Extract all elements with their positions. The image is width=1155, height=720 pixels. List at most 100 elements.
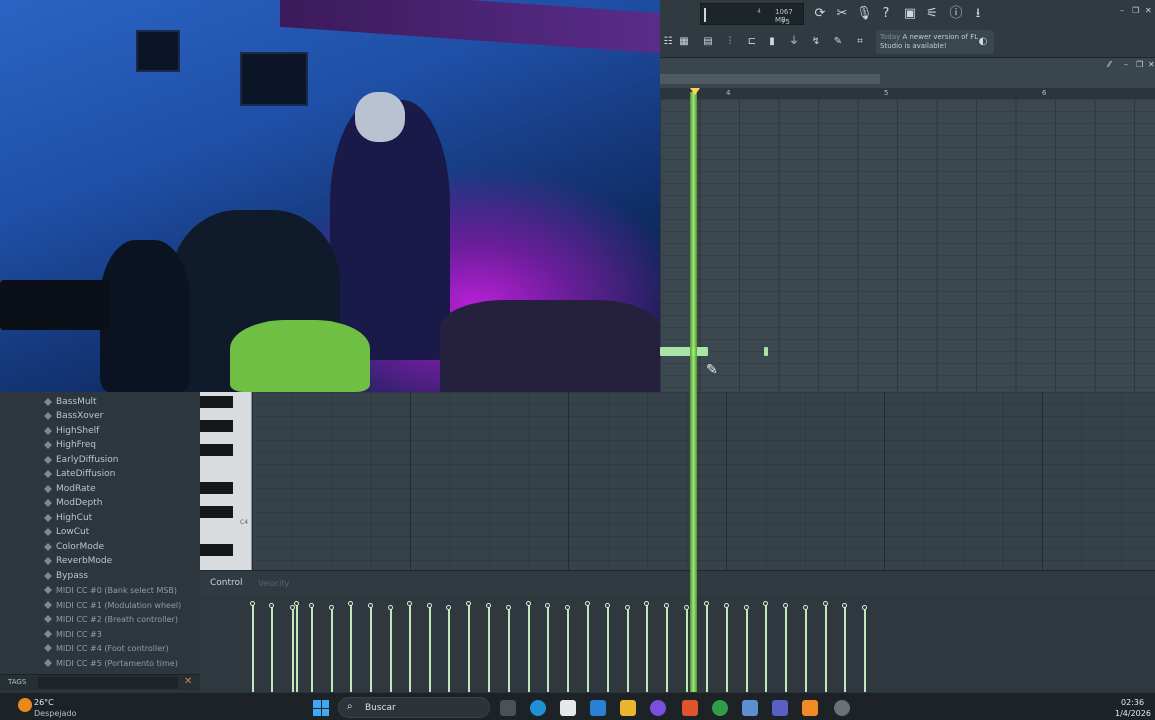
velocity-stem[interactable]: [331, 608, 333, 692]
velocity-handle[interactable]: [269, 603, 274, 608]
velocity-handle[interactable]: [407, 601, 412, 606]
restore-icon[interactable]: ❐: [1132, 6, 1139, 15]
black-key[interactable]: [200, 420, 233, 432]
black-key[interactable]: [200, 506, 233, 518]
magnet-icon[interactable]: ↯: [808, 34, 824, 50]
mic-icon[interactable]: 🎙: [856, 6, 873, 22]
velocity-handle[interactable]: [625, 605, 630, 610]
velocity-stem[interactable]: [864, 608, 866, 692]
mixer-icon[interactable]: ☷: [660, 34, 676, 50]
task-view-icon[interactable]: [500, 700, 516, 716]
fl-studio-icon[interactable]: [802, 700, 818, 716]
velocity-stem[interactable]: [805, 608, 807, 692]
velocity-handle[interactable]: [348, 601, 353, 606]
velocity-handle[interactable]: [605, 603, 610, 608]
update-close-icon[interactable]: ◐: [975, 34, 991, 50]
velocity-handle[interactable]: [368, 603, 373, 608]
velocity-stem[interactable]: [765, 604, 767, 692]
minimize-icon[interactable]: –: [1120, 6, 1124, 15]
velocity-handle[interactable]: [486, 603, 491, 608]
plugin-icon[interactable]: ⚟: [924, 6, 940, 22]
velocity-handle[interactable]: [250, 601, 255, 606]
info-icon[interactable]: ⓘ: [948, 6, 964, 22]
velocity-stem[interactable]: [844, 606, 846, 692]
velocity-stem[interactable]: [311, 606, 313, 692]
velocity-stem[interactable]: [468, 604, 470, 692]
velocity-handle[interactable]: [446, 605, 451, 610]
piano-roll-grid[interactable]: [252, 392, 1155, 570]
taskbar-search[interactable]: ⌕ Buscar: [338, 697, 490, 718]
piano-roll-icon[interactable]: ▤: [700, 34, 716, 50]
velocity-stem[interactable]: [370, 606, 372, 692]
app-icon[interactable]: [834, 700, 850, 716]
velocity-stem[interactable]: [567, 608, 569, 692]
velocity-handle[interactable]: [309, 603, 314, 608]
weather-description[interactable]: Despejado: [34, 709, 76, 718]
clock-time[interactable]: 02:36: [1121, 698, 1144, 707]
playhead[interactable]: [690, 92, 697, 692]
velocity-handle[interactable]: [763, 601, 768, 606]
black-key[interactable]: [200, 396, 233, 408]
velocity-handle[interactable]: [803, 605, 808, 610]
browser-icon[interactable]: ⊏: [744, 34, 760, 50]
clock-date[interactable]: 1/4/2026: [1115, 709, 1151, 718]
velocity-handle[interactable]: [585, 601, 590, 606]
plug-icon[interactable]: ⏚: [786, 34, 802, 50]
browser-midi-item[interactable]: MIDI CC #4 (Foot controller): [44, 641, 169, 655]
velocity-handle[interactable]: [388, 605, 393, 610]
velocity-stem[interactable]: [448, 608, 450, 692]
browser-item[interactable]: BassXover: [44, 409, 103, 423]
velocity-stem[interactable]: [409, 604, 411, 692]
velocity-handle[interactable]: [842, 603, 847, 608]
black-key[interactable]: [200, 482, 233, 494]
velocity-stem[interactable]: [429, 606, 431, 692]
weather-temperature[interactable]: 26°C: [34, 698, 54, 707]
velocity-stem[interactable]: [488, 606, 490, 692]
playhead-marker[interactable]: [690, 88, 700, 95]
velocity-handle[interactable]: [823, 601, 828, 606]
black-key[interactable]: [200, 544, 233, 556]
browser-item[interactable]: EarlyDiffusion: [44, 453, 118, 467]
control-selector[interactable]: Control: [210, 578, 243, 588]
channel-rack-icon[interactable]: ▦: [676, 34, 692, 50]
velocity-stem[interactable]: [607, 606, 609, 692]
velocity-handle[interactable]: [545, 603, 550, 608]
browser-midi-item[interactable]: MIDI CC #1 (Modulation wheel): [44, 598, 181, 612]
velocity-stem[interactable]: [296, 604, 298, 692]
browser-midi-item[interactable]: MIDI CC #3: [44, 627, 102, 641]
velocity-handle[interactable]: [294, 601, 299, 606]
velocity-handle[interactable]: [644, 601, 649, 606]
velocity-handle[interactable]: [744, 605, 749, 610]
velocity-handle[interactable]: [526, 601, 531, 606]
file-icon[interactable]: ▮: [764, 34, 780, 50]
download-icon[interactable]: ⭳: [970, 6, 986, 22]
wrench-icon[interactable]: ✎: [830, 34, 846, 50]
browser-item[interactable]: HighFreq: [44, 438, 96, 452]
browser-midi-item[interactable]: MIDI CC #5 (Portamento time): [44, 656, 178, 670]
velocity-stem[interactable]: [726, 606, 728, 692]
note-clip[interactable]: [660, 347, 708, 356]
velocity-stem[interactable]: [547, 606, 549, 692]
velocity-stem[interactable]: [627, 608, 629, 692]
tags-input[interactable]: [38, 677, 178, 689]
velocity-handle[interactable]: [704, 601, 709, 606]
browser-item[interactable]: ColorMode: [44, 540, 104, 554]
velocity-handle[interactable]: [565, 605, 570, 610]
restart-icon[interactable]: ⟳: [812, 6, 828, 22]
velocity-handle[interactable]: [466, 601, 471, 606]
velocity-handle[interactable]: [290, 605, 295, 610]
playlist-overview-scrollbar[interactable]: [660, 74, 880, 84]
help-icon[interactable]: ?: [878, 6, 894, 22]
browser-item[interactable]: ReverbMode: [44, 554, 112, 568]
velocity-handle[interactable]: [862, 605, 867, 610]
browser-item[interactable]: HighCut: [44, 511, 92, 525]
tools-icon[interactable]: ✂: [834, 6, 850, 22]
velocity-stem[interactable]: [528, 604, 530, 692]
velocity-handle[interactable]: [684, 605, 689, 610]
app-icon[interactable]: [742, 700, 758, 716]
velocity-handle[interactable]: [783, 603, 788, 608]
velocity-lane[interactable]: [200, 596, 1155, 692]
velocity-stem[interactable]: [390, 608, 392, 692]
playlist-restore-icon[interactable]: ❐: [1136, 60, 1143, 69]
velocity-handle[interactable]: [329, 605, 334, 610]
